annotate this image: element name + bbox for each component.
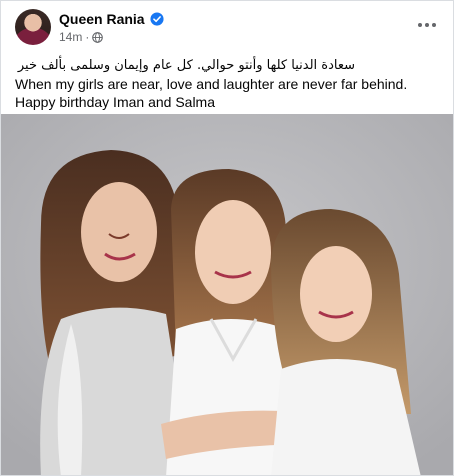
post-text-english: When my girls are near, love and laughte… (15, 76, 408, 110)
author-avatar[interactable] (15, 9, 51, 45)
post-timestamp[interactable]: 14m (59, 30, 82, 44)
facebook-post: Queen Rania 14m · سعادة الدنيا كلها وأنت… (0, 0, 454, 476)
photo-illustration (1, 114, 453, 475)
author-name[interactable]: Queen Rania (59, 11, 145, 27)
globe-icon[interactable] (92, 31, 104, 43)
meta-separator: · (85, 30, 90, 44)
more-options-icon[interactable] (415, 15, 439, 35)
post-text: سعادة الدنيا كلها وأنتو حوالي. كل عام وإ… (15, 57, 435, 111)
post-photo[interactable] (1, 114, 453, 475)
post-meta: 14m · (59, 30, 104, 44)
verified-badge-icon (150, 12, 164, 26)
post-text-arabic: سعادة الدنيا كلها وأنتو حوالي. كل عام وإ… (17, 58, 355, 73)
author-name-row: Queen Rania (59, 11, 164, 27)
post-header: Queen Rania 14m · (15, 9, 445, 49)
